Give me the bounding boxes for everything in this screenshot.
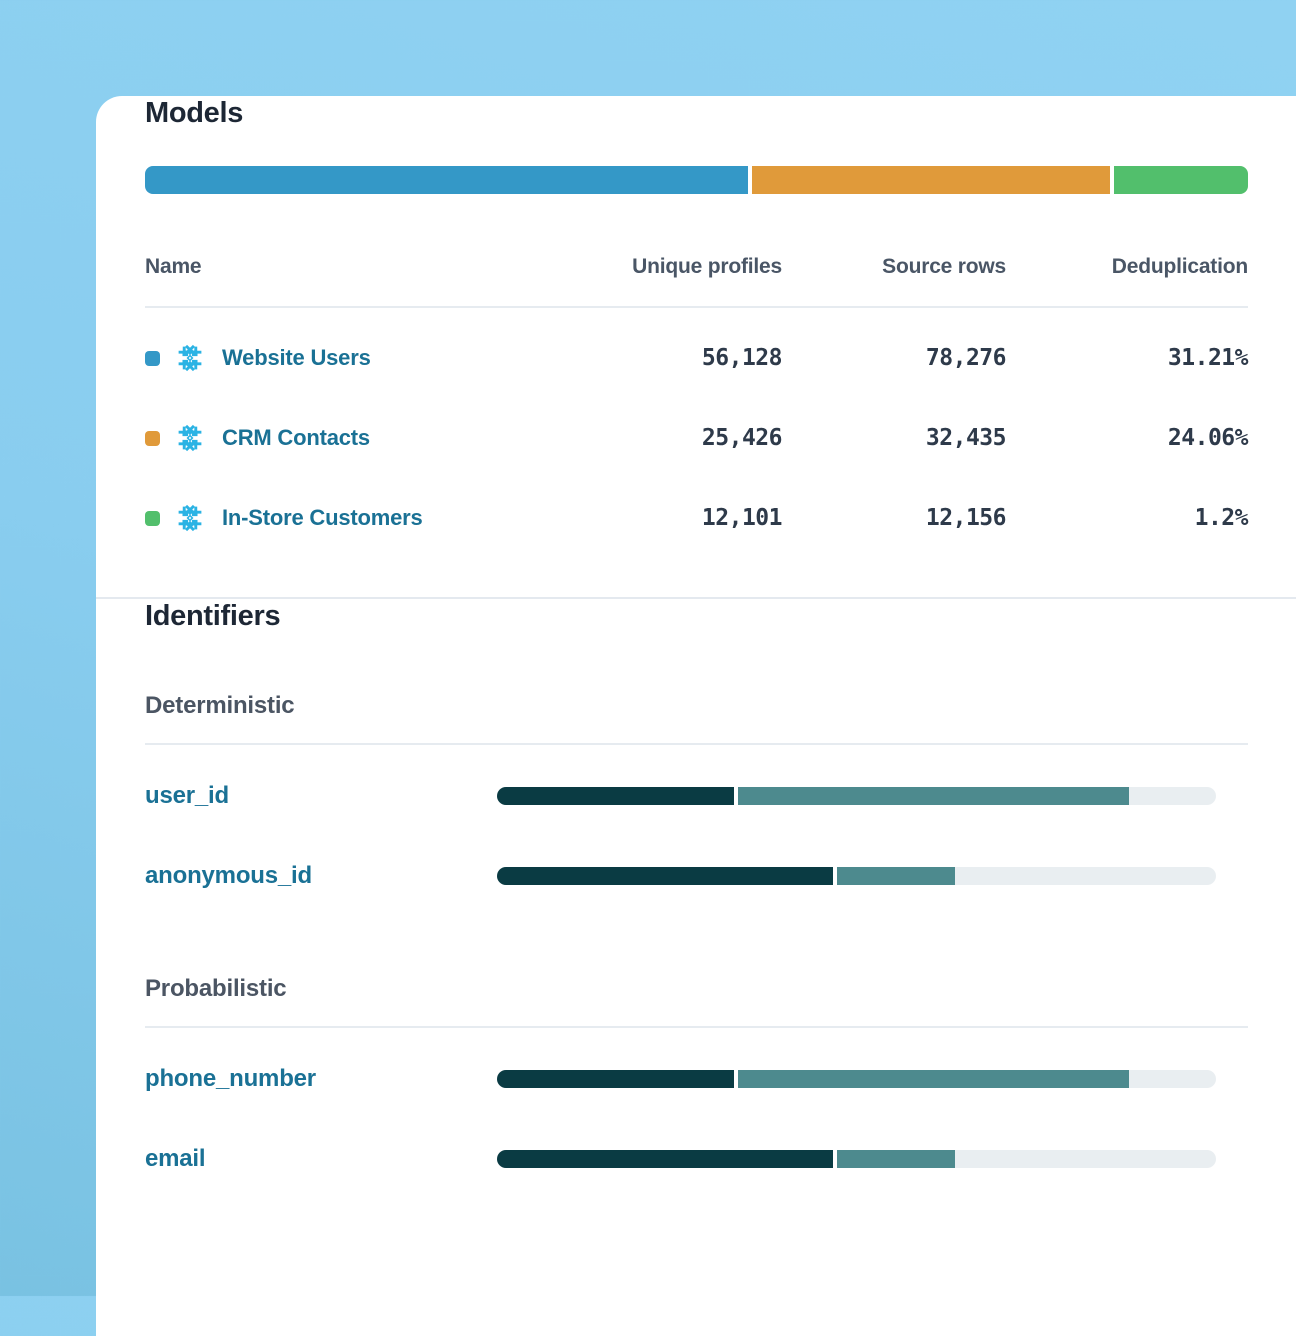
identifiers-section: Identifiers Deterministic user_id anonym… — [145, 599, 1248, 1199]
summary-card: Models Name Unique profiles Source rows … — [96, 96, 1296, 1336]
identifier-bar-track — [497, 1150, 1216, 1168]
bar-segment — [738, 1070, 1129, 1088]
identifier-group-label: Deterministic — [145, 691, 1248, 721]
snowflake-icon — [176, 344, 204, 372]
model-color-dot — [145, 431, 160, 446]
deduplication-value: 1.2% — [1006, 505, 1248, 531]
column-header-source-rows: Source rows — [782, 254, 1006, 280]
models-table-header: Name Unique profiles Source rows Dedupli… — [145, 254, 1248, 280]
model-name-link[interactable]: In-Store Customers — [222, 505, 423, 531]
unique-profiles-value: 25,426 — [562, 425, 782, 451]
model-name-cell: Website Users — [145, 344, 562, 372]
bar-segment — [497, 787, 734, 805]
bar-segment — [145, 166, 748, 194]
identifier-bar-track — [497, 867, 1216, 885]
model-name-cell: CRM Contacts — [145, 424, 562, 452]
identifier-name-link[interactable]: anonymous_id — [145, 862, 497, 890]
model-color-dot — [145, 511, 160, 526]
model-color-dot — [145, 351, 160, 366]
identifier-row: email — [145, 1119, 1248, 1199]
bar-segment — [738, 787, 1129, 805]
bar-segment — [497, 867, 833, 885]
identifier-row: phone_number — [145, 1039, 1248, 1119]
identifier-group: Probabilistic phone_number email — [145, 974, 1248, 1199]
identifier-name-link[interactable]: email — [145, 1145, 497, 1173]
bar-segment — [1114, 166, 1248, 194]
model-name-link[interactable]: CRM Contacts — [222, 425, 370, 451]
deduplication-value: 31.21% — [1006, 345, 1248, 371]
source-rows-value: 32,435 — [782, 425, 1006, 451]
table-row: In-Store Customers 12,101 12,156 1.2% — [145, 478, 1248, 558]
table-row: Website Users 56,128 78,276 31.21% — [145, 318, 1248, 398]
table-row: CRM Contacts 25,426 32,435 24.06% — [145, 398, 1248, 478]
identifier-rows: phone_number email — [145, 1028, 1248, 1199]
identifier-bar-track — [497, 787, 1216, 805]
identifiers-section-title: Identifiers — [145, 599, 1248, 633]
model-name-link[interactable]: Website Users — [222, 345, 371, 371]
bar-segment — [497, 1150, 833, 1168]
bar-segment — [752, 166, 1110, 194]
column-header-unique-profiles: Unique profiles — [562, 254, 782, 280]
identifier-bar-track — [497, 1070, 1216, 1088]
identifier-group: Deterministic user_id anonymous_id — [145, 691, 1248, 916]
model-name-cell: In-Store Customers — [145, 504, 562, 532]
models-table-body: Website Users 56,128 78,276 31.21% CRM C… — [145, 308, 1248, 558]
identifier-name-link[interactable]: user_id — [145, 782, 497, 810]
deduplication-value: 24.06% — [1006, 425, 1248, 451]
unique-profiles-value: 12,101 — [562, 505, 782, 531]
snowflake-icon — [176, 504, 204, 532]
models-section-title: Models — [145, 96, 1248, 130]
source-rows-value: 12,156 — [782, 505, 1006, 531]
identifier-rows: user_id anonymous_id — [145, 745, 1248, 916]
bar-segment — [837, 867, 955, 885]
identifier-name-link[interactable]: phone_number — [145, 1065, 497, 1093]
models-section: Models Name Unique profiles Source rows … — [145, 96, 1248, 558]
source-rows-value: 78,276 — [782, 345, 1006, 371]
bar-segment — [837, 1150, 955, 1168]
bar-segment — [497, 1070, 734, 1088]
identifier-groups: Deterministic user_id anonymous_id Proba… — [145, 691, 1248, 1199]
models-distribution-bar — [145, 166, 1248, 194]
unique-profiles-value: 56,128 — [562, 345, 782, 371]
identifier-row: anonymous_id — [145, 836, 1248, 916]
identifier-row: user_id — [145, 756, 1248, 836]
column-header-name: Name — [145, 254, 562, 280]
column-header-deduplication: Deduplication — [1006, 254, 1248, 280]
identifier-group-label: Probabilistic — [145, 974, 1248, 1004]
snowflake-icon — [176, 424, 204, 452]
